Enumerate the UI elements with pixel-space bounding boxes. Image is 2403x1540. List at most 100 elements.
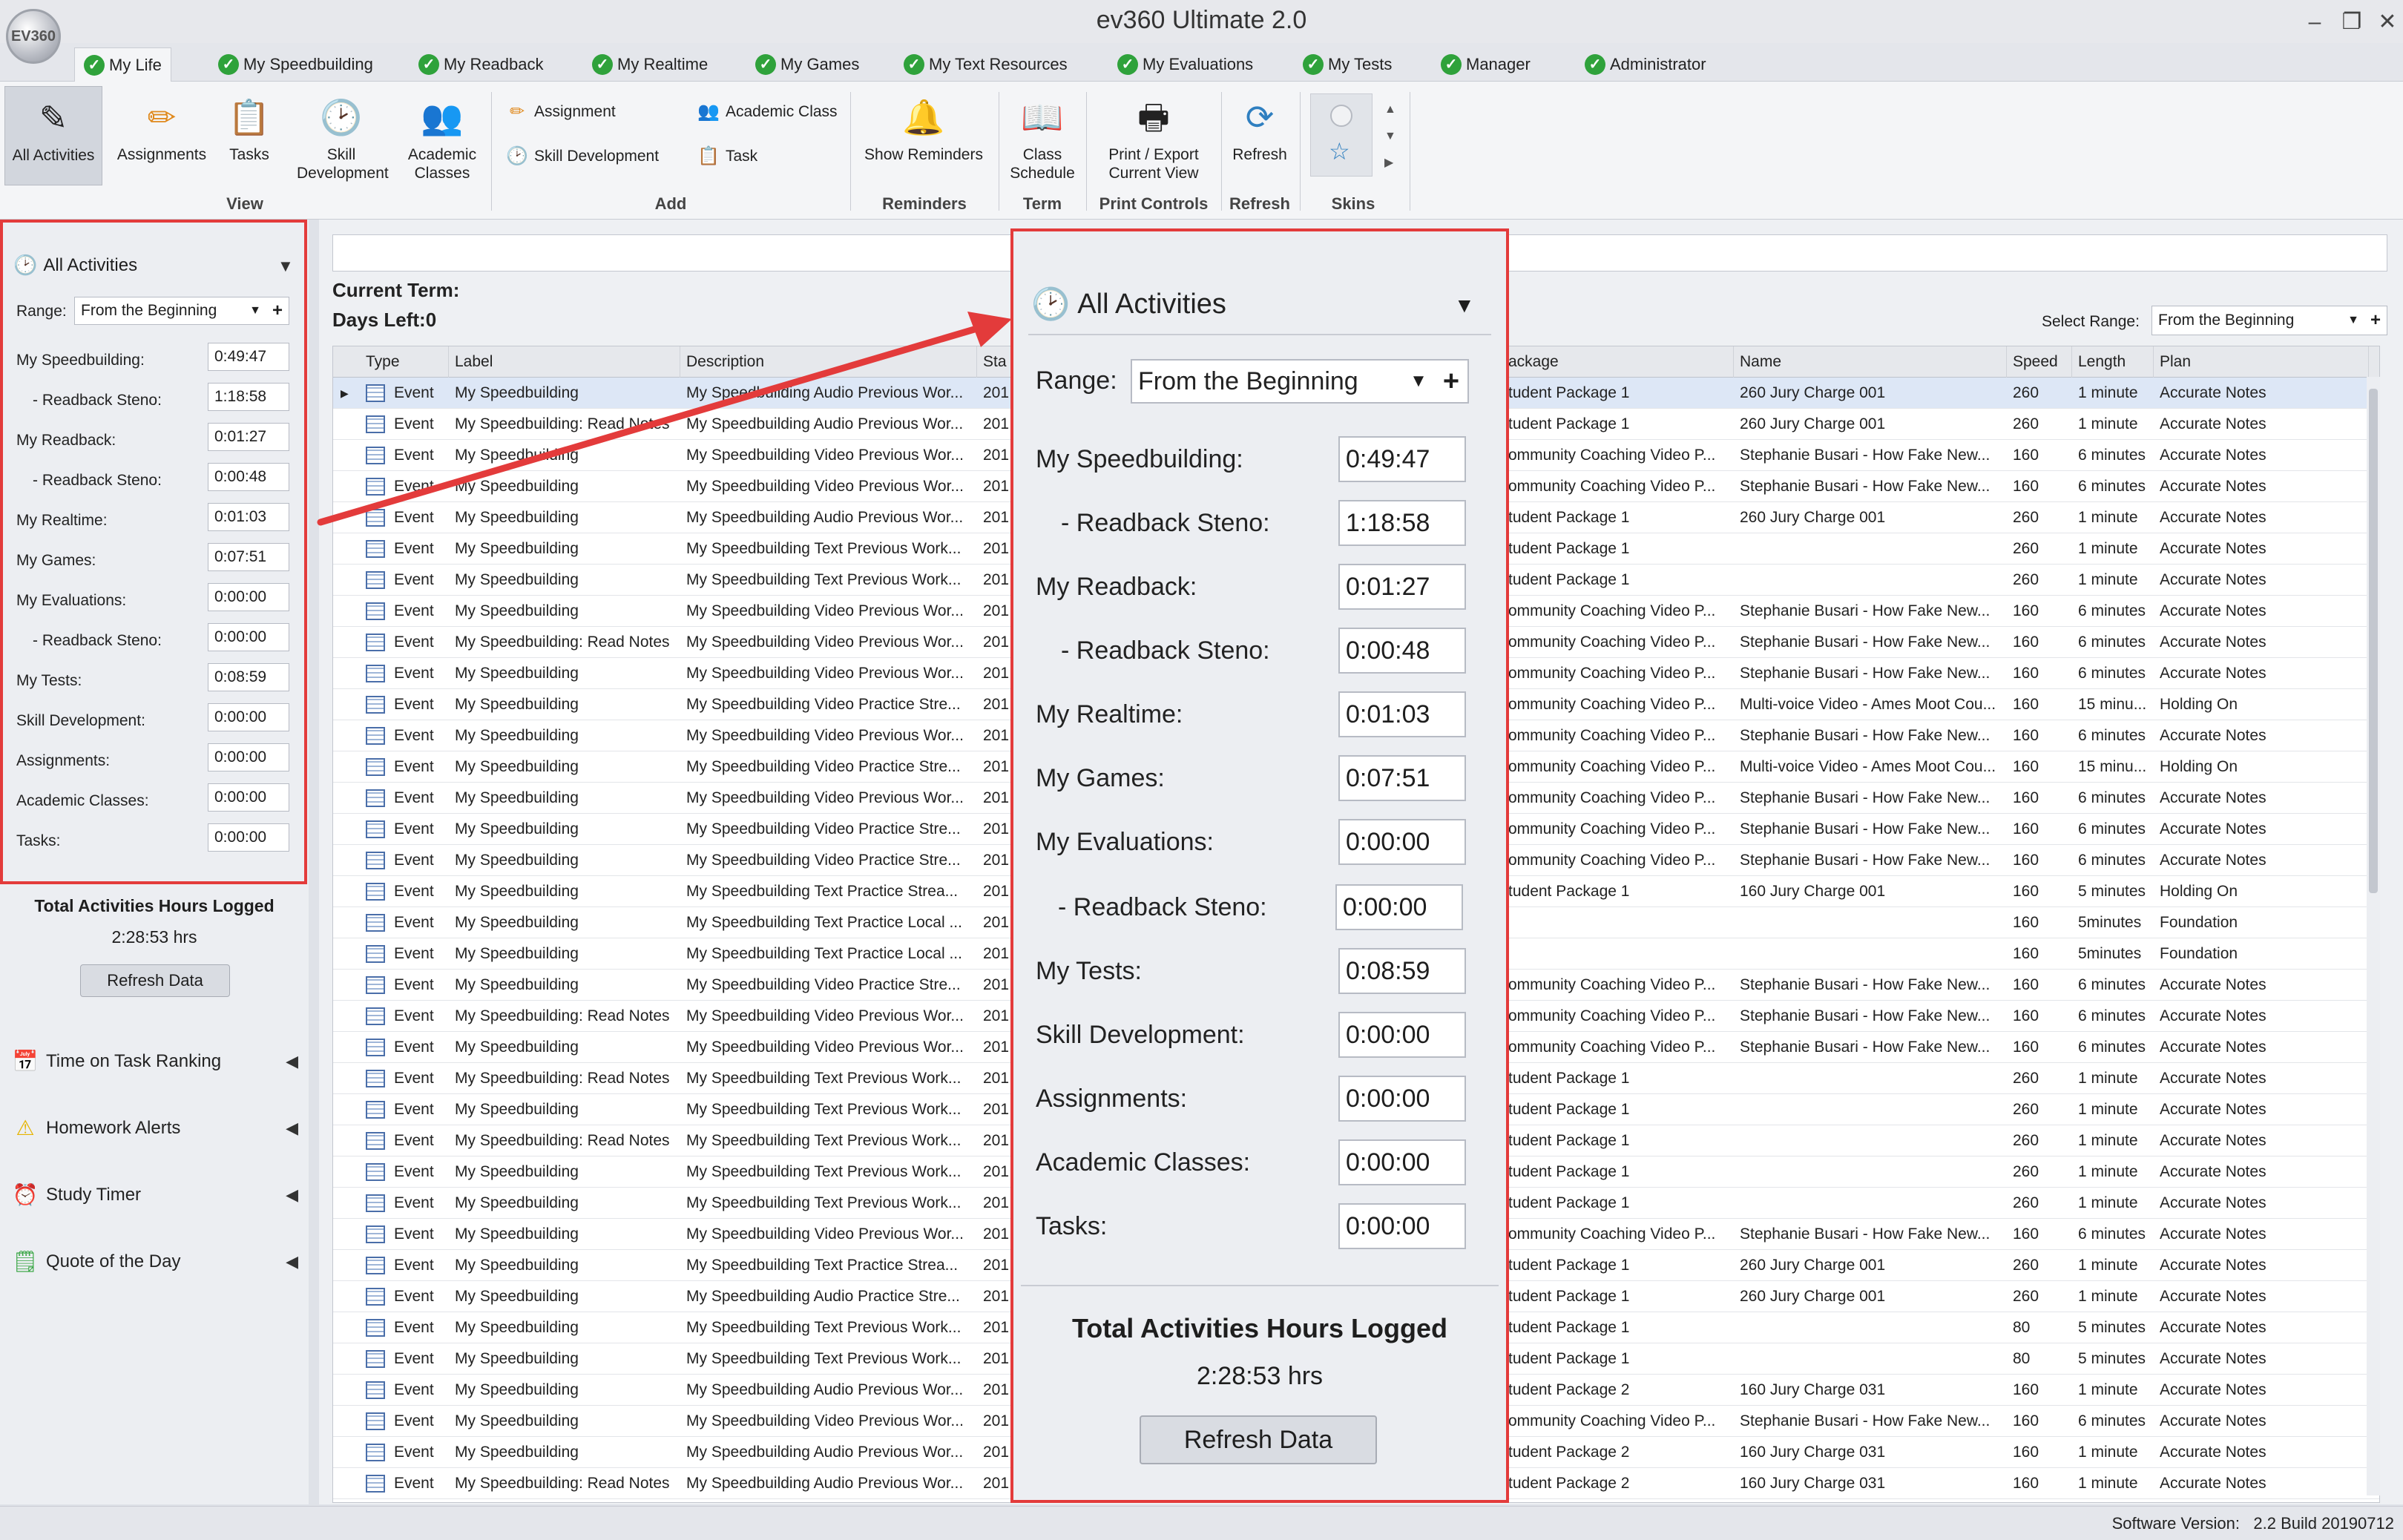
tab-manager[interactable]: ✓ Manager xyxy=(1432,47,1539,82)
chevron-right-icon[interactable]: ▶ xyxy=(1384,150,1396,177)
add-assignment-button[interactable]: ✏ Assignment xyxy=(504,101,616,122)
column-header-plan[interactable]: Plan xyxy=(2154,346,2369,378)
cell-package: tudent Package 1 xyxy=(1508,571,1630,588)
tab-my-life[interactable]: ✓ My Life xyxy=(74,47,171,82)
skin-default-icon[interactable] xyxy=(1330,105,1352,127)
tab-my-games[interactable]: ✓ My Games xyxy=(746,47,868,82)
tab-my-speedbuilding[interactable]: ✓ My Speedbuilding xyxy=(209,47,382,82)
stat-label: Assignments: xyxy=(1036,1085,1188,1113)
printer-icon: 🖶 xyxy=(1137,97,1170,136)
cell-type: Event xyxy=(360,1281,449,1312)
refresh-button[interactable]: ⟳ Refresh xyxy=(1224,86,1295,164)
assignments-button[interactable]: ✏ Assignments xyxy=(111,86,212,164)
cell-speed: 260 xyxy=(2013,509,2039,526)
select-range-dropdown[interactable]: From the Beginning ▼ + xyxy=(2151,306,2387,335)
cell-package: tudent Package 1 xyxy=(1508,384,1630,401)
range-select[interactable]: From the Beginning ▼ + xyxy=(74,297,289,325)
stat-label: My Games: xyxy=(16,552,96,569)
star-icon[interactable]: ☆ xyxy=(1329,137,1350,165)
cell-name: 260 Jury Charge 001 xyxy=(1740,1288,1886,1305)
tab-my-readback[interactable]: ✓ My Readback xyxy=(410,47,553,82)
collapse-arrow-icon[interactable]: ▼ xyxy=(277,257,294,276)
minimize-button[interactable]: – xyxy=(2300,7,2330,37)
add-task-button[interactable]: 📋 Task xyxy=(696,145,757,167)
dropdown-arrow-icon[interactable]: ▼ xyxy=(244,304,266,317)
column-header-package[interactable]: ackage xyxy=(1502,346,1734,378)
quote-of-the-day-link[interactable]: 🗒 Quote of the Day ◀ xyxy=(12,1249,298,1274)
chevron-up-icon[interactable]: ▲ xyxy=(1384,96,1396,123)
tab-my-evaluations[interactable]: ✓ My Evaluations xyxy=(1108,47,1262,82)
cell-speed: 260 xyxy=(2013,384,2039,401)
cell-text: Event xyxy=(394,1475,434,1492)
dropdown-arrow-icon[interactable]: ▼ xyxy=(2342,314,2364,327)
skill-development-button[interactable]: 🕑 Skill Development xyxy=(289,86,393,182)
chevron-down-icon[interactable]: ▼ xyxy=(1384,123,1396,150)
notepad-icon: 🗒 xyxy=(12,1250,39,1273)
cell-text: Event xyxy=(394,914,434,931)
calendar-grid-icon xyxy=(366,665,385,683)
skins-gallery[interactable]: ☆ xyxy=(1310,93,1373,177)
tab-my-realtime[interactable]: ✓ My Realtime xyxy=(583,47,717,82)
people-icon: 👥 xyxy=(421,97,464,136)
cell-plan: Accurate Notes xyxy=(2160,665,2266,682)
time-on-task-ranking-link[interactable]: 📅 Time on Task Ranking ◀ xyxy=(12,1049,298,1073)
scrollbar-thumb[interactable] xyxy=(2369,389,2378,893)
add-skill-development-button[interactable]: 🕑 Skill Development xyxy=(504,145,659,167)
class-schedule-button[interactable]: 📖 Class Schedule xyxy=(1002,86,1083,182)
print-export-button[interactable]: 🖶 Print / Export Current View xyxy=(1091,86,1217,182)
add-academic-class-button[interactable]: 👥 Academic Class xyxy=(696,101,838,122)
cell-text: Event xyxy=(394,883,434,900)
panel-header[interactable]: 🕑 All Activities xyxy=(13,254,137,277)
cell-plan: Accurate Notes xyxy=(2160,1444,2266,1461)
show-reminders-button[interactable]: 🔔 Show Reminders xyxy=(853,86,994,164)
cell-name: Stephanie Busari - How Fake New... xyxy=(1740,665,1991,682)
close-button[interactable]: ✕ xyxy=(2373,7,2402,37)
cell-speed: 80 xyxy=(2013,1350,2031,1367)
study-timer-link[interactable]: ⏰ Study Timer ◀ xyxy=(12,1182,298,1207)
homework-alerts-link[interactable]: ⚠ Homework Alerts ◀ xyxy=(12,1116,298,1140)
plus-icon[interactable]: + xyxy=(2364,310,2387,331)
stat-value: 0:00:48 xyxy=(1338,628,1466,674)
column-header-speed[interactable]: Speed xyxy=(2007,346,2072,378)
warning-icon: ⚠ xyxy=(16,1116,35,1139)
zoom-range-select[interactable]: From the Beginning ▼ + xyxy=(1131,359,1469,404)
column-header-length[interactable]: Length xyxy=(2072,346,2154,378)
all-activities-button[interactable]: ✎ All Activities xyxy=(4,86,102,185)
plus-icon[interactable]: + xyxy=(266,300,289,321)
stat-label: - Readback Steno: xyxy=(1061,509,1270,537)
zoom-panel-header[interactable]: 🕑 All Activities xyxy=(1031,286,1226,323)
refresh-data-button[interactable]: Refresh Data xyxy=(80,964,230,997)
cell-plan: Accurate Notes xyxy=(2160,1319,2266,1336)
cell-package: tudent Package 1 xyxy=(1508,509,1630,526)
cell-length: 1 minute xyxy=(2078,1288,2138,1305)
cell-plan: Accurate Notes xyxy=(2160,852,2266,869)
zoom-refresh-data-button[interactable]: Refresh Data xyxy=(1140,1415,1377,1464)
cell-label: My Speedbuilding: Read Notes xyxy=(455,1070,670,1087)
restore-button[interactable]: ❐ xyxy=(2337,7,2367,37)
pencil-icon: ✏ xyxy=(147,97,177,136)
cell-description: My Speedbuilding Text Previous Work... xyxy=(686,1101,961,1118)
tab-my-tests[interactable]: ✓ My Tests xyxy=(1294,47,1401,82)
app-logo[interactable]: EV360 xyxy=(6,9,61,64)
stat-value: 0:00:00 xyxy=(1338,1139,1466,1185)
cell-plan: Accurate Notes xyxy=(2160,1194,2266,1211)
dropdown-arrow-icon[interactable]: ▼ xyxy=(1402,371,1435,392)
cell-name xyxy=(1734,1063,2007,1094)
cell-package: ommunity Coaching Video P... xyxy=(1508,478,1716,495)
calendar-grid-icon xyxy=(366,820,385,839)
cell-package: tudent Package 1 xyxy=(1508,1257,1630,1274)
academic-classes-button[interactable]: 👥 Academic Classes xyxy=(401,86,484,182)
cell-label: My Speedbuilding xyxy=(455,1381,579,1398)
plus-icon[interactable]: + xyxy=(1435,366,1467,398)
column-header-name[interactable]: Name xyxy=(1734,346,2007,378)
cell-plan: Accurate Notes xyxy=(2160,540,2266,557)
tasks-button[interactable]: 📋 Tasks xyxy=(220,86,279,164)
tab-administrator[interactable]: ✓ Administrator xyxy=(1576,47,1715,82)
skins-scroll-arrows[interactable]: ▲ ▼ ▶ xyxy=(1384,96,1396,177)
stat-value: 0:00:00 xyxy=(1338,1203,1466,1249)
cell-package xyxy=(1502,938,1734,970)
tab-label: My Realtime xyxy=(617,55,709,73)
tab-my-text-resources[interactable]: ✓ My Text Resources xyxy=(895,47,1076,82)
cell-speed: 260 xyxy=(2013,1288,2039,1305)
collapse-arrow-icon[interactable]: ▼ xyxy=(1454,294,1475,317)
